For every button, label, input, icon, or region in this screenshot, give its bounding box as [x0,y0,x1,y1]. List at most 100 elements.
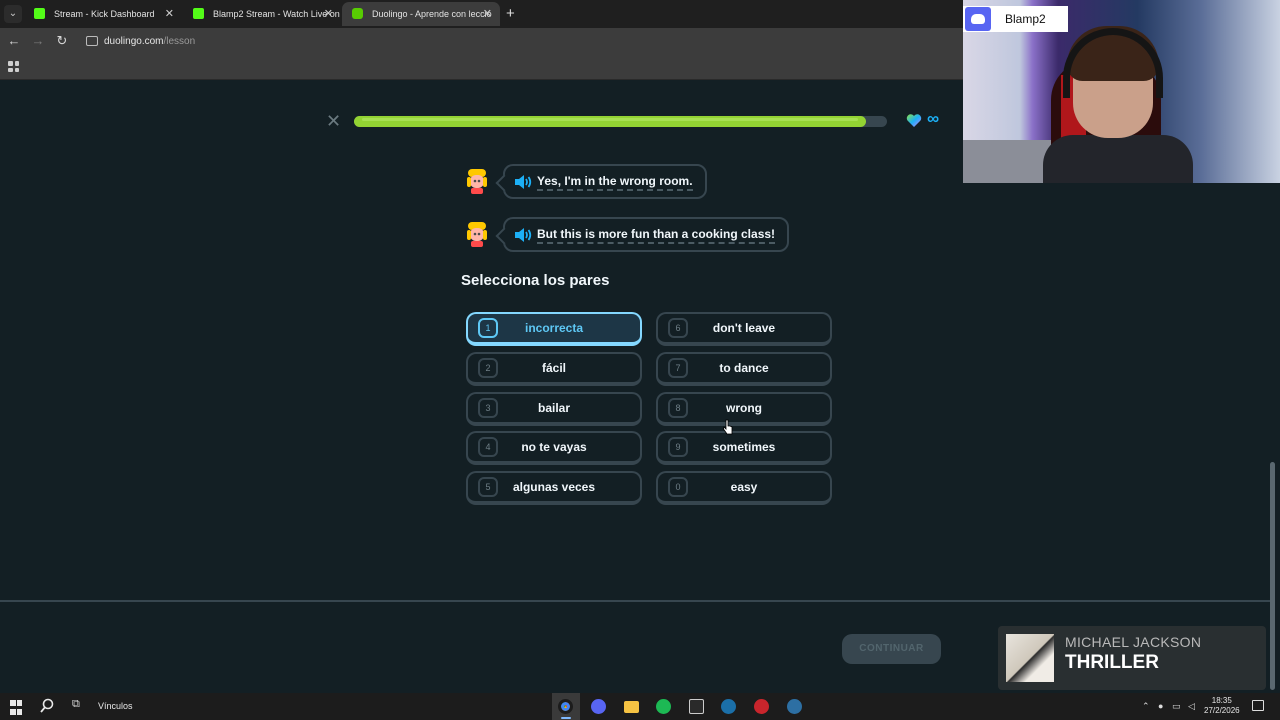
heart-icon [906,114,922,127]
match-option-right[interactable]: 6 don't leave [656,312,832,346]
screen: { "browser": { "tabs": [ {"title": "Stre… [0,0,1280,720]
reload-icon[interactable]: ↻ [54,33,70,49]
steam-alt-icon[interactable] [787,699,802,714]
continue-button[interactable]: CONTINUAR [842,634,941,664]
page-scrollbar[interactable] [1270,462,1275,690]
match-option-left[interactable]: 4 no te vayas [466,431,642,465]
option-number: 4 [478,437,498,457]
volume-icon[interactable]: ◁ [1188,701,1195,712]
epic-games-icon[interactable] [689,699,704,714]
match-option-left[interactable]: 1 incorrecta [466,312,642,346]
chrome-icon[interactable] [558,699,573,714]
address-bar[interactable]: duolingo.com/lesson [104,36,195,47]
apps-grid-icon[interactable] [8,61,19,72]
close-tab-icon[interactable]: ✕ [165,7,174,20]
option-label: wrong [726,401,762,415]
discord-icon [965,7,991,31]
match-option-left[interactable]: 5 algunas veces [466,471,642,505]
tab-duolingo[interactable]: Duolingo - Aprende con leccio ✕ [342,2,500,26]
spotify-icon[interactable] [656,699,671,714]
option-label: incorrecta [524,321,584,335]
dialog-line: But this is more fun than a cooking clas… [537,227,776,244]
url-domain: duolingo.com [104,36,164,47]
option-number: 0 [668,477,688,497]
clock-date: 27/2/2026 [1204,706,1240,715]
clock-time: 18:35 [1211,696,1232,705]
new-tab-button[interactable]: + [506,5,515,22]
file-explorer-icon[interactable] [624,701,639,713]
character-avatar-icon [467,222,487,247]
site-info-icon[interactable] [86,36,98,46]
match-option-left[interactable]: 3 bailar [466,392,642,426]
option-number: 2 [478,358,498,378]
option-label: to dance [719,361,769,375]
option-label: bailar [537,401,570,415]
character-avatar-icon [467,169,487,194]
option-label: algunas veces [512,480,596,494]
option-label: sometimes [712,440,776,454]
match-option-right[interactable]: 7 to dance [656,352,832,386]
taskbar-links-toolbar[interactable]: Vínculos [98,701,133,711]
kick-favicon-icon [34,8,45,19]
app-red-icon[interactable] [754,699,769,714]
tab-search-button[interactable]: ⌄ [4,5,22,23]
windows-taskbar: ⧉ Vínculos ⌃ ● ▭ ◁ 18:35 27/2/2026 [0,693,1280,720]
album-art [1006,634,1054,682]
speaker-icon[interactable] [513,227,533,243]
option-number: 8 [668,398,688,418]
option-number: 6 [668,318,688,338]
option-number: 5 [478,477,498,497]
option-label: easy [730,480,758,494]
microphone-icon[interactable]: ● [1158,701,1163,711]
notifications-icon[interactable] [1252,700,1264,711]
footer-divider [0,600,1272,602]
option-label: no te vayas [521,440,587,454]
tab-kick-dashboard[interactable]: Stream - Kick Dashboard ✕ [24,2,182,26]
match-option-right[interactable]: 0 easy [656,471,832,505]
progress-fill [354,116,866,127]
kick-favicon-icon [193,8,204,19]
speech-bubble: But this is more fun than a cooking clas… [503,217,790,252]
search-icon[interactable] [40,698,54,715]
tab-title: Duolingo - Aprende con leccio [372,9,492,19]
speaker-icon[interactable] [513,174,533,190]
mouse-pointer-icon [723,419,733,435]
dialog-line: Yes, I'm in the wrong room. [537,174,693,191]
forward-arrow-icon[interactable]: → [30,33,46,48]
option-label: don't leave [712,321,776,335]
option-number: 1 [478,318,498,338]
close-tab-icon[interactable]: ✕ [324,7,333,20]
streamer-body [1043,135,1193,183]
discord-taskbar-icon[interactable] [591,699,606,714]
now-playing-widget: MICHAEL JACKSON THRILLER [998,626,1266,690]
speech-bubble: Yes, I'm in the wrong room. [503,164,707,199]
lesson-progress-bar [354,116,887,127]
system-clock[interactable]: 18:35 27/2/2026 [1204,696,1240,716]
close-lesson-icon[interactable]: ✕ [326,111,341,132]
match-option-right[interactable]: 9 sometimes [656,431,832,465]
exercise-prompt: Selecciona los pares [461,272,610,289]
task-view-icon[interactable]: ⧉ [72,698,86,715]
discord-username: Blamp2 [1005,12,1046,26]
discord-user-tag: Blamp2 [963,6,1068,32]
now-playing-title: THRILLER [1065,652,1159,673]
steam-icon[interactable] [721,699,736,714]
webcam-desk [963,140,1053,183]
url-path: /lesson [163,36,196,47]
tray-chevron-icon[interactable]: ⌃ [1142,701,1150,712]
hearts-count: ∞ [927,109,940,128]
back-arrow-icon[interactable]: ← [6,33,22,48]
option-number: 9 [668,437,688,457]
match-option-left[interactable]: 2 fácil [466,352,642,386]
match-option-right[interactable]: 8 wrong [656,392,832,426]
close-tab-icon[interactable]: ✕ [483,7,492,20]
now-playing-artist: MICHAEL JACKSON [1065,634,1202,650]
windows-start-icon[interactable] [10,700,22,717]
network-icon[interactable]: ▭ [1172,701,1181,712]
option-number: 7 [668,358,688,378]
tab-blamp2-stream[interactable]: Blamp2 Stream - Watch Live on ✕ [183,2,341,26]
tab-title: Blamp2 Stream - Watch Live on [213,9,340,19]
tab-title: Stream - Kick Dashboard [54,9,155,19]
option-number: 3 [478,398,498,418]
option-label: fácil [541,361,566,375]
